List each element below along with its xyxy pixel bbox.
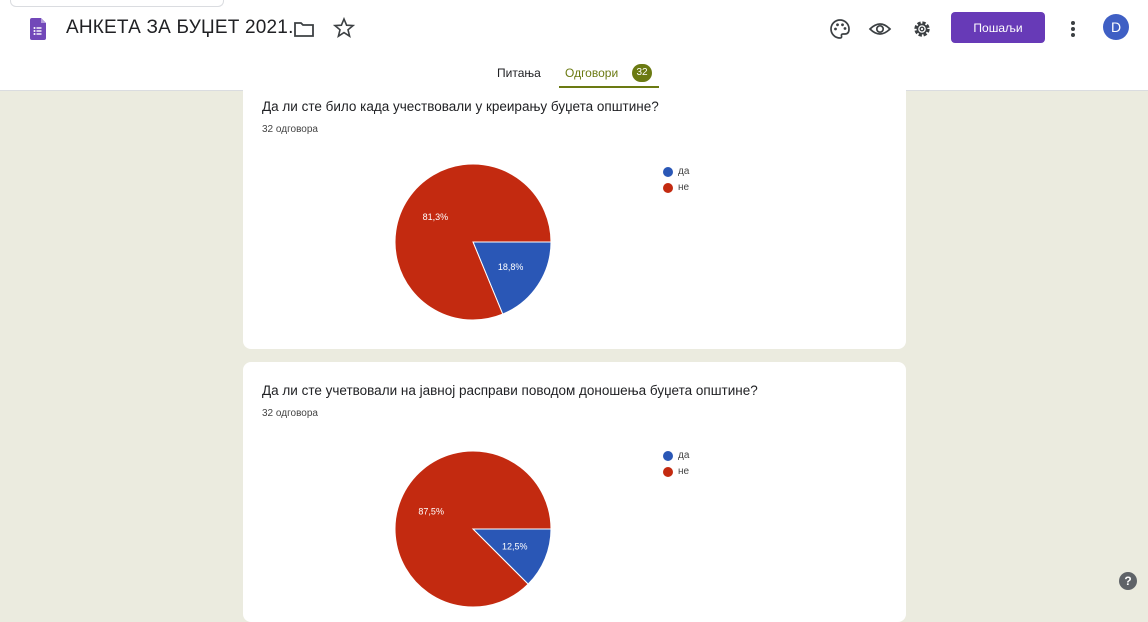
- star-icon[interactable]: [333, 17, 355, 39]
- folder-icon[interactable]: [293, 20, 315, 38]
- legend-item-yes: да: [663, 448, 689, 464]
- legend-label-yes: да: [678, 450, 690, 461]
- eye-icon[interactable]: [868, 18, 892, 40]
- legend-label-yes: да: [678, 166, 690, 177]
- help-icon[interactable]: ?: [1119, 572, 1137, 590]
- legend-item-no: не: [663, 180, 689, 196]
- responses-count-badge: 32: [632, 64, 652, 82]
- pie-label-да: 12,5%: [502, 541, 528, 551]
- browser-edge: [10, 0, 224, 7]
- gear-icon[interactable]: [911, 18, 933, 40]
- chart-legend: да не: [663, 448, 689, 480]
- legend-dot-yes: [663, 167, 673, 177]
- more-vert-icon[interactable]: [1066, 18, 1080, 40]
- avatar[interactable]: D: [1103, 14, 1129, 40]
- pie-chart-2: 12,5% 87,5%: [394, 450, 552, 608]
- question-title: Да ли сте учетвовали на јавној расправи …: [262, 383, 758, 398]
- pie-label-не: 81,3%: [423, 212, 449, 222]
- response-card-2: Да ли сте учетвовали на јавној расправи …: [243, 362, 906, 622]
- tab-responses[interactable]: Одговори: [565, 66, 618, 80]
- pie-chart-1: 18,8% 81,3%: [394, 163, 552, 321]
- response-count: 32 одговора: [262, 124, 318, 135]
- legend-dot-no: [663, 467, 673, 477]
- top-app-bar: АНКЕТА ЗА БУЏЕТ 2021. Пошаљи D: [0, 0, 1148, 60]
- response-count: 32 одговора: [262, 408, 318, 419]
- palette-icon[interactable]: [829, 18, 851, 40]
- question-title: Да ли сте било када учествовали у креира…: [262, 99, 659, 114]
- legend-dot-yes: [663, 451, 673, 461]
- legend-dot-no: [663, 183, 673, 193]
- pie-label-да: 18,8%: [498, 262, 524, 272]
- pie-slice-не: [394, 450, 552, 608]
- legend-label-no: не: [678, 466, 690, 477]
- chart-legend: да не: [663, 164, 689, 196]
- pie-label-не: 87,5%: [418, 507, 444, 517]
- send-button[interactable]: Пошаљи: [951, 12, 1045, 43]
- tab-questions[interactable]: Питања: [497, 66, 541, 80]
- form-title[interactable]: АНКЕТА ЗА БУЏЕТ 2021.: [66, 17, 294, 39]
- forms-logo-icon[interactable]: [30, 18, 46, 40]
- response-card-1: Да ли сте било када учествовали у креира…: [243, 88, 906, 349]
- legend-item-yes: да: [663, 164, 689, 180]
- legend-label-no: не: [678, 182, 690, 193]
- legend-item-no: не: [663, 464, 689, 480]
